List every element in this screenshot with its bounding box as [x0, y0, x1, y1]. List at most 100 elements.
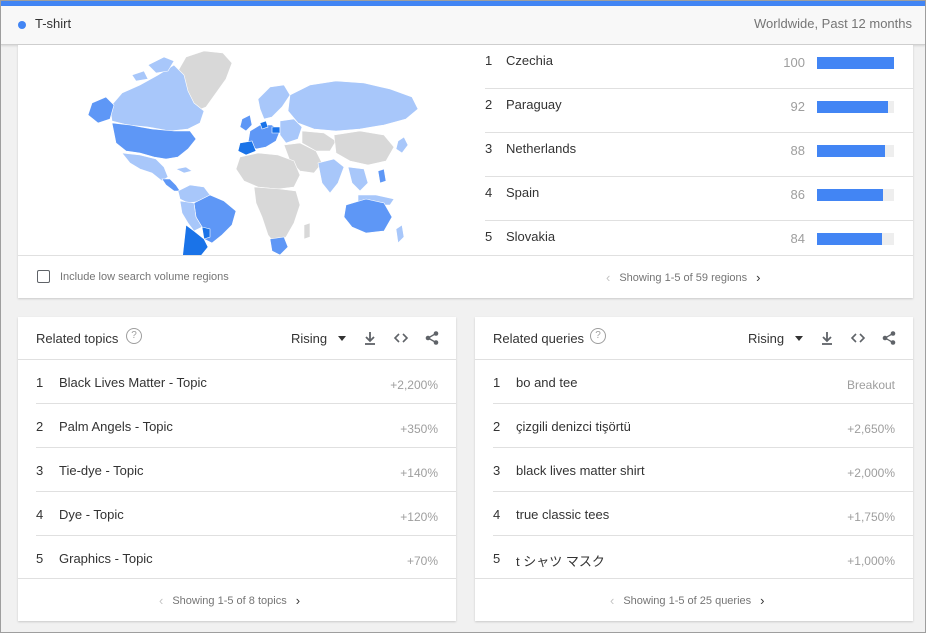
- region-rank: 3: [485, 141, 493, 156]
- topics-pager: ‹ Showing 1-5 of 8 topics ›: [159, 593, 300, 608]
- query-text[interactable]: black lives matter shirt: [516, 463, 645, 478]
- map-region-south-africa[interactable]: [269, 236, 289, 256]
- term-color-dot: [18, 21, 26, 29]
- topic-row[interactable]: 3 Tie-dye - Topic +140%: [36, 448, 456, 492]
- topic-row[interactable]: 2 Palm Angels - Topic +350%: [36, 404, 456, 448]
- query-text[interactable]: bo and tee: [516, 375, 577, 390]
- region-row[interactable]: 3 Netherlands 88: [485, 133, 913, 177]
- queries-pager-label: Showing 1-5 of 25 queries: [623, 595, 752, 607]
- interest-by-region-card: 1 Czechia 100 2 Paraguay 92 3 Netherland…: [18, 45, 913, 298]
- related-topics-panel: Related topics ? Rising 1 Black Lives Ma…: [18, 317, 456, 621]
- queries-pager: ‹ Showing 1-5 of 25 queries ›: [610, 593, 765, 608]
- topics-filter-select[interactable]: Rising: [291, 331, 327, 346]
- region-name: Slovakia: [506, 229, 556, 244]
- related-queries-title: Related queries: [493, 331, 585, 346]
- embed-code-icon[interactable]: [393, 330, 409, 346]
- query-row[interactable]: 3 black lives matter shirt +2,000%: [493, 448, 913, 492]
- term-header: T-shirt Worldwide, Past 12 months: [1, 6, 925, 45]
- search-term-label: T-shirt: [35, 16, 72, 31]
- help-circle-icon[interactable]: ?: [126, 328, 142, 344]
- topic-name[interactable]: Dye - Topic: [59, 507, 124, 522]
- query-row[interactable]: 5 t シャツ マスク +1,000%: [493, 536, 913, 579]
- query-row[interactable]: 2 çizgili denizci tişörtü +2,650%: [493, 404, 913, 448]
- related-topics-title: Related topics: [36, 331, 119, 346]
- embed-code-icon[interactable]: [850, 330, 866, 346]
- topic-name[interactable]: Black Lives Matter - Topic: [59, 375, 207, 390]
- download-icon[interactable]: [819, 330, 835, 346]
- topic-name[interactable]: Graphics - Topic: [59, 551, 153, 566]
- related-topics-footer: ‹ Showing 1-5 of 8 topics ›: [18, 578, 456, 622]
- map-region-paraguay[interactable]: [201, 226, 211, 240]
- map-region-japan[interactable]: [395, 136, 409, 154]
- region-row[interactable]: 4 Spain 86: [485, 177, 913, 221]
- related-topics-list: 1 Black Lives Matter - Topic +2,200% 2 P…: [36, 360, 456, 579]
- map-region-madagascar[interactable]: [303, 222, 311, 240]
- query-text[interactable]: çizgili denizci tişörtü: [516, 419, 631, 434]
- map-region-scandinavia[interactable]: [257, 84, 291, 120]
- map-region-central-america[interactable]: [161, 178, 181, 192]
- chevron-right-icon[interactable]: ›: [296, 593, 300, 608]
- region-score-bar: [817, 101, 888, 113]
- download-icon[interactable]: [362, 330, 378, 346]
- topic-row[interactable]: 4 Dye - Topic +120%: [36, 492, 456, 536]
- region-rank: 5: [485, 229, 493, 244]
- world-map[interactable]: [18, 45, 468, 284]
- query-rank: 4: [493, 507, 501, 522]
- share-icon[interactable]: [881, 330, 897, 346]
- map-region-russia[interactable]: [287, 80, 419, 132]
- regions-pager-label: Showing 1-5 of 59 regions: [619, 272, 748, 284]
- topic-change: +2,200%: [390, 378, 438, 392]
- region-name: Spain: [506, 185, 540, 200]
- map-region-china[interactable]: [333, 130, 395, 166]
- topic-rank: 4: [36, 507, 44, 522]
- topic-change: +140%: [400, 466, 438, 480]
- region-row[interactable]: 1 Czechia 100: [485, 45, 913, 89]
- map-region-philippines[interactable]: [377, 168, 387, 184]
- map-region-australia[interactable]: [343, 198, 393, 234]
- world-map-svg[interactable]: [18, 45, 468, 284]
- map-region-southeast-asia[interactable]: [347, 166, 369, 192]
- region-row[interactable]: 2 Paraguay 92: [485, 89, 913, 133]
- chevron-left-icon[interactable]: ‹: [610, 593, 614, 608]
- chevron-right-icon[interactable]: ›: [760, 593, 764, 608]
- queries-filter-select[interactable]: Rising: [748, 331, 784, 346]
- query-text[interactable]: true classic tees: [516, 507, 609, 522]
- topic-rank: 1: [36, 375, 44, 390]
- chevron-right-icon[interactable]: ›: [756, 270, 760, 285]
- map-region-czechia[interactable]: [271, 126, 281, 134]
- chevron-left-icon[interactable]: ‹: [606, 270, 610, 285]
- query-text[interactable]: t シャツ マスク: [516, 551, 605, 570]
- topic-name[interactable]: Tie-dye - Topic: [59, 463, 144, 478]
- region-score-bar-track: [817, 145, 894, 157]
- map-region-new-zealand[interactable]: [395, 224, 405, 244]
- map-region-alaska[interactable]: [87, 96, 115, 124]
- topic-row[interactable]: 1 Black Lives Matter - Topic +2,200%: [36, 360, 456, 404]
- query-row[interactable]: 4 true classic tees +1,750%: [493, 492, 913, 536]
- explore-page: T-shirt Worldwide, Past 12 months 1 Czec…: [0, 0, 926, 633]
- query-change: +2,650%: [847, 422, 895, 436]
- topic-change: +120%: [400, 510, 438, 524]
- region-name: Czechia: [506, 53, 553, 68]
- help-circle-icon[interactable]: ?: [590, 328, 606, 344]
- map-region-uk[interactable]: [239, 114, 253, 132]
- query-row[interactable]: 1 bo and tee Breakout: [493, 360, 913, 404]
- map-region-sub-saharan-africa[interactable]: [253, 186, 301, 246]
- map-region-india[interactable]: [317, 158, 345, 194]
- topic-rank: 3: [36, 463, 44, 478]
- low-volume-checkbox-label[interactable]: Include low search volume regions: [60, 271, 229, 283]
- query-rank: 1: [493, 375, 501, 390]
- topic-row[interactable]: 5 Graphics - Topic +70%: [36, 536, 456, 579]
- related-queries-panel: Related queries ? Rising 1 bo and tee Br…: [475, 317, 913, 621]
- region-score: 100: [783, 55, 805, 70]
- region-name: Netherlands: [506, 141, 577, 156]
- map-region-caribbean[interactable]: [175, 166, 193, 174]
- chevron-left-icon[interactable]: ‹: [159, 593, 163, 608]
- share-icon[interactable]: [424, 330, 440, 346]
- low-volume-checkbox[interactable]: [37, 270, 50, 283]
- topic-change: +70%: [406, 554, 438, 568]
- chevron-down-icon[interactable]: [338, 336, 346, 341]
- region-rank: 2: [485, 97, 493, 112]
- region-score: 86: [790, 187, 805, 202]
- chevron-down-icon[interactable]: [795, 336, 803, 341]
- topic-name[interactable]: Palm Angels - Topic: [59, 419, 173, 434]
